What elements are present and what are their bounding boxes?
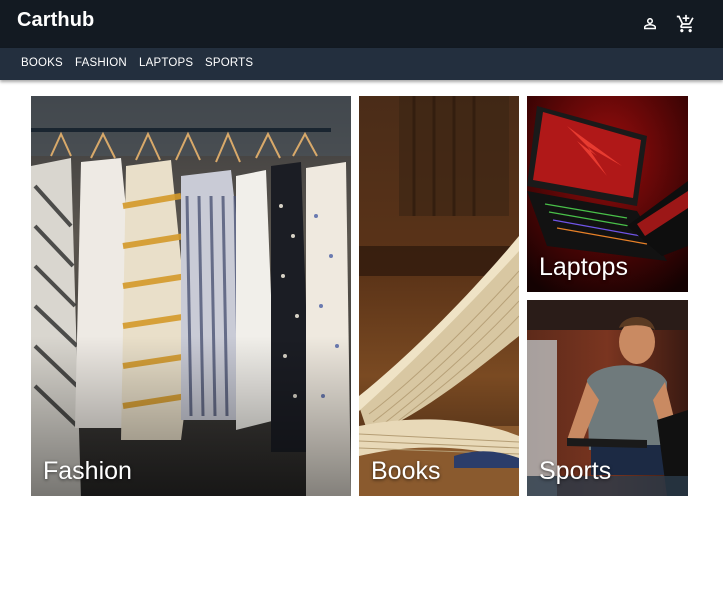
category-tile-laptops[interactable]: Laptops [527, 96, 688, 292]
nav-item-books[interactable]: BOOKS [21, 57, 63, 69]
books-image [359, 96, 519, 496]
nav-item-laptops[interactable]: LAPTOPS [139, 57, 193, 69]
category-nav: BOOKS FASHION LAPTOPS SPORTS [0, 48, 723, 80]
brand-logo[interactable]: Carthub [17, 9, 94, 32]
fashion-label: Fashion [43, 457, 132, 485]
category-tile-fashion[interactable]: Fashion [31, 96, 351, 496]
top-bar: Carthub [0, 0, 723, 48]
cart-icon[interactable] [674, 12, 698, 36]
category-tile-sports[interactable]: Sports [527, 300, 688, 496]
sports-label: Sports [539, 457, 612, 485]
nav-item-fashion[interactable]: FASHION [75, 57, 127, 69]
laptops-label: Laptops [539, 253, 628, 281]
category-tile-books[interactable]: Books [359, 96, 519, 496]
fashion-image [31, 96, 351, 496]
nav-item-sports[interactable]: SPORTS [205, 57, 253, 69]
books-label: Books [371, 457, 441, 485]
account-icon[interactable] [638, 12, 662, 36]
